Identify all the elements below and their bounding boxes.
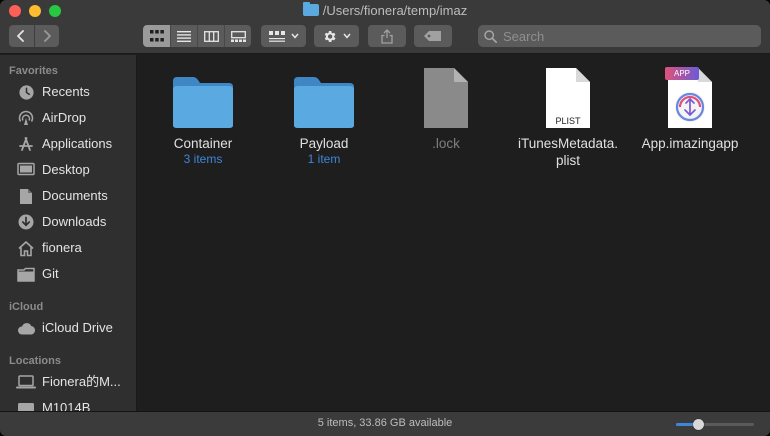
group-grid-icon	[268, 30, 285, 42]
status-bar: 5 items, 33.86 GB available	[0, 411, 770, 436]
sidebar-item-label: fionera	[42, 240, 82, 255]
tag-button[interactable]	[414, 25, 452, 47]
download-icon	[16, 212, 36, 232]
folder-icon	[292, 63, 356, 129]
share-button[interactable]	[368, 25, 406, 47]
sidebar-item-label: Fionera的M...	[42, 374, 121, 389]
item-count: 3 items	[183, 152, 223, 166]
sidebar-section-favorites: Favorites	[9, 65, 58, 77]
sidebar-item-recents[interactable]: Recents	[16, 81, 136, 103]
file-name: App.imazingapp	[641, 136, 739, 151]
list-icon	[177, 30, 191, 42]
icon-view-button[interactable]	[143, 25, 170, 47]
share-icon	[381, 28, 393, 44]
window-title-text: /Users/fionera/temp/imaz	[322, 3, 468, 18]
sidebar-item-label: Git	[42, 266, 59, 281]
gallery-view-button[interactable]	[224, 25, 251, 47]
plist-file-icon: PLIST	[536, 63, 600, 129]
sidebar-item-label: Downloads	[42, 214, 107, 229]
sidebar-item-label: Recents	[42, 84, 90, 99]
finder-window: /Users/fionera/temp/imaz Search Favorite…	[0, 0, 770, 436]
chevron-down-icon	[343, 33, 351, 39]
gallery-icon	[230, 30, 246, 42]
sidebar-item-documents[interactable]: Documents	[16, 185, 136, 207]
icon-size-slider[interactable]	[676, 419, 754, 430]
folder-icon	[16, 264, 36, 284]
sidebar-item-m1014b[interactable]: M1014B	[16, 397, 136, 411]
applications-icon	[16, 134, 36, 154]
view-mode-control	[143, 25, 251, 47]
desktop-icon	[16, 160, 36, 180]
columns-icon	[203, 30, 219, 42]
sidebar-section-locations: Locations	[9, 355, 61, 367]
file-name: Payload	[299, 136, 349, 151]
cloud-icon	[16, 318, 36, 338]
file-item-lock[interactable]: .lock	[386, 63, 506, 152]
file-item-imazing-app[interactable]: APP App.imazingapp	[630, 63, 750, 152]
file-name: iTunesMetadata. plist	[517, 136, 619, 168]
file-item-container[interactable]: Container 3 items	[143, 63, 263, 167]
imazing-app-icon: APP	[658, 63, 722, 129]
sidebar-item-label: Applications	[42, 136, 113, 151]
sidebar-item-applications[interactable]: Applications	[16, 133, 136, 155]
status-text: 5 items, 33.86 GB available	[317, 417, 453, 429]
list-view-button[interactable]	[170, 25, 197, 47]
navigation-buttons	[9, 25, 59, 47]
home-icon	[16, 238, 36, 258]
sidebar-item-icloud-drive[interactable]: iCloud Drive	[16, 317, 136, 339]
file-name: .lock	[432, 136, 460, 151]
gear-icon	[324, 30, 336, 42]
file-item-itunes-metadata[interactable]: PLIST iTunesMetadata. plist	[508, 63, 628, 169]
back-button[interactable]	[9, 25, 34, 47]
file-item-payload[interactable]: Payload 1 item	[264, 63, 384, 167]
tag-icon	[424, 31, 441, 41]
titlebar: /Users/fionera/temp/imaz	[0, 0, 770, 54]
group-by-button[interactable]	[261, 25, 306, 47]
forward-button[interactable]	[35, 25, 60, 47]
slider-knob[interactable]	[692, 419, 704, 430]
airdrop-icon	[16, 108, 36, 128]
laptop-icon	[16, 372, 36, 392]
generic-file-icon	[414, 63, 478, 129]
window-title: /Users/fionera/temp/imaz	[0, 2, 770, 19]
file-name: Container	[173, 136, 233, 151]
search-input[interactable]	[503, 28, 743, 44]
chevron-right-icon	[43, 30, 51, 42]
sidebar-item-desktop[interactable]: Desktop	[16, 159, 136, 181]
action-menu-button[interactable]	[314, 25, 359, 47]
folder-icon	[302, 2, 319, 16]
sidebar-item-this-mac[interactable]: Fionera的M...	[16, 371, 136, 393]
document-icon	[16, 186, 36, 206]
clock-icon	[16, 82, 36, 102]
disk-icon	[16, 398, 36, 411]
chevron-down-icon	[290, 33, 299, 39]
app-badge: APP	[665, 67, 699, 80]
sidebar-item-label: Documents	[42, 188, 108, 203]
sidebar-item-label: iCloud Drive	[42, 320, 113, 335]
sidebar-item-home[interactable]: fionera	[16, 237, 136, 259]
sidebar-item-label: M1014B	[42, 400, 91, 411]
search-icon	[484, 29, 497, 43]
plist-badge: PLIST	[555, 116, 581, 126]
sidebar-item-label: AirDrop	[42, 110, 87, 125]
chevron-left-icon	[17, 30, 25, 42]
folder-icon	[171, 63, 235, 129]
item-count: 1 item	[307, 152, 341, 166]
sidebar-item-downloads[interactable]: Downloads	[16, 211, 136, 233]
sidebar-item-label: Desktop	[42, 162, 90, 177]
search-field[interactable]	[478, 25, 761, 47]
file-browser: Container 3 items Payload 1 item .lock P…	[138, 55, 770, 411]
sidebar: Favorites Recents AirDrop Applications D…	[0, 55, 137, 411]
grid-icon	[149, 30, 164, 42]
sidebar-section-icloud: iCloud	[9, 301, 44, 313]
sidebar-item-airdrop[interactable]: AirDrop	[16, 107, 136, 129]
column-view-button[interactable]	[197, 25, 224, 47]
sidebar-item-git[interactable]: Git	[16, 263, 136, 285]
